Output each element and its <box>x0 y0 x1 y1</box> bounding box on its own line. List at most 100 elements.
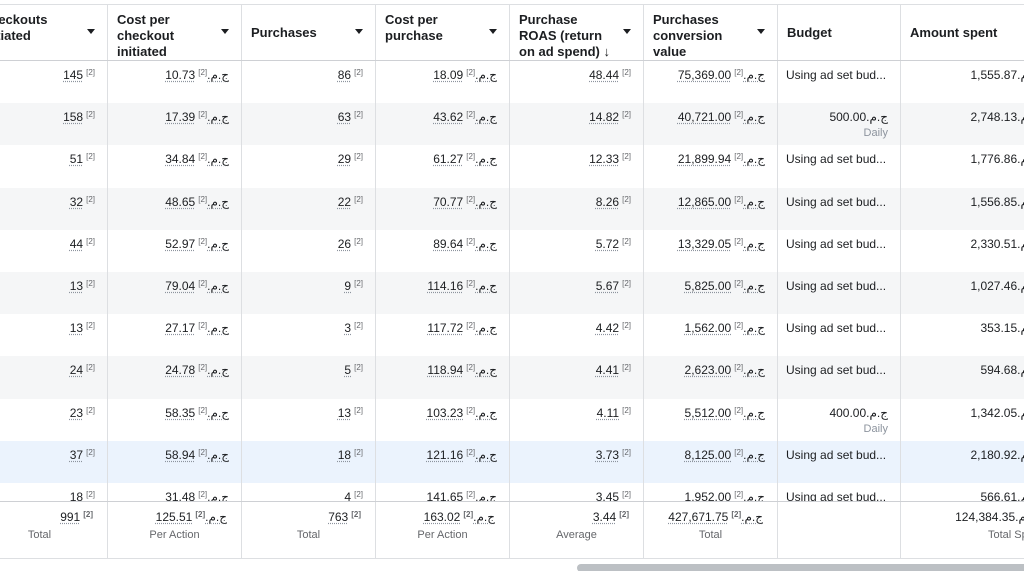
footnote-marker[interactable]: [2] <box>734 237 743 246</box>
table-row[interactable]: 37 [2] 58.94ج.م.‏[2] 18 [2] 121.16ج.م.‏[2] 3.7… <box>0 440 1024 483</box>
sort-dropdown-icon[interactable] <box>87 29 95 34</box>
footnote-marker[interactable]: [2] <box>466 279 475 288</box>
footnote-marker[interactable]: [2] <box>198 363 207 372</box>
footnote-marker[interactable]: [2] <box>622 279 631 288</box>
footnote-marker[interactable]: [2] <box>622 490 631 499</box>
footnote-marker[interactable]: [2] <box>734 152 743 161</box>
sort-dropdown-icon[interactable] <box>221 29 229 34</box>
footnote-marker[interactable]: [2] <box>354 152 363 161</box>
footnote-marker[interactable]: [2] <box>619 510 629 519</box>
footnote-marker[interactable]: [2] <box>622 406 631 415</box>
table-row[interactable]: 24 [2] 24.78ج.م.‏[2] 5 [2] 118.94ج.م.‏[2] 4.41… <box>0 356 1024 399</box>
footnote-marker[interactable]: [2] <box>466 152 475 161</box>
cell-value[interactable]: Using ad set bud... <box>786 68 886 82</box>
column-header-purchases[interactable]: Purchases <box>242 5 376 60</box>
column-header-purchase-roas[interactable]: Purchase ROAS (return on ad spend) ↓ <box>510 5 644 60</box>
footnote-marker[interactable]: [2] <box>354 363 363 372</box>
footnote-marker[interactable]: [2] <box>466 195 475 204</box>
cell-value[interactable]: Using ad set bud... <box>786 363 886 377</box>
footnote-marker[interactable]: [2] <box>466 237 475 246</box>
sort-dropdown-icon[interactable] <box>355 29 363 34</box>
table-row[interactable]: 32 [2] 48.65ج.م.‏[2] 22 [2] 70.77ج.م.‏[2] 8.26… <box>0 187 1024 230</box>
footnote-marker[interactable]: [2] <box>86 110 95 119</box>
footnote-marker[interactable]: [2] <box>734 363 743 372</box>
footnote-marker[interactable]: [2] <box>466 363 475 372</box>
footnote-marker[interactable]: [2] <box>622 152 631 161</box>
footnote-marker[interactable]: [2] <box>622 363 631 372</box>
footnote-marker[interactable]: [2] <box>354 321 363 330</box>
footnote-marker[interactable]: [2] <box>622 110 631 119</box>
footnote-marker[interactable]: [2] <box>622 448 631 457</box>
footnote-marker[interactable]: [2] <box>354 279 363 288</box>
footnote-marker[interactable]: [2] <box>351 510 361 519</box>
footnote-marker[interactable]: [2] <box>198 68 207 77</box>
footnote-marker[interactable]: [2] <box>86 406 95 415</box>
footnote-marker[interactable]: [2] <box>198 279 207 288</box>
footnote-marker[interactable]: [2] <box>734 490 743 499</box>
cell-value[interactable]: Using ad set bud... <box>786 448 886 462</box>
footnote-marker[interactable]: [2] <box>86 321 95 330</box>
column-header-budget[interactable]: Budget <box>778 5 901 60</box>
footnote-marker[interactable]: [2] <box>86 490 95 499</box>
footnote-marker[interactable]: [2] <box>734 195 743 204</box>
footnote-marker[interactable]: [2] <box>195 510 205 519</box>
footnote-marker[interactable]: [2] <box>86 448 95 457</box>
column-header-cost-per-checkout[interactable]: Cost per checkout initiated <box>108 5 242 60</box>
footnote-marker[interactable]: [2] <box>622 237 631 246</box>
cell-value[interactable]: 400.00ج.م.‏ <box>829 406 888 420</box>
footnote-marker[interactable]: [2] <box>198 152 207 161</box>
footnote-marker[interactable]: [2] <box>463 510 473 519</box>
footnote-marker[interactable]: [2] <box>198 321 207 330</box>
column-header-amount-spent[interactable]: Amount spent <box>901 5 1024 60</box>
footnote-marker[interactable]: [2] <box>354 237 363 246</box>
cell-value[interactable]: Using ad set bud... <box>786 279 886 293</box>
footnote-marker[interactable]: [2] <box>734 68 743 77</box>
footnote-marker[interactable]: [2] <box>622 68 631 77</box>
table-row[interactable]: 51 [2] 34.84ج.م.‏[2] 29 [2] 61.27ج.م.‏[2] 12.3… <box>0 145 1024 188</box>
table-row[interactable]: 158 [2] 17.39ج.م.‏[2] 63 [2] 43.62ج.م.‏[2] 14.… <box>0 103 1024 146</box>
footnote-marker[interactable]: [2] <box>734 110 743 119</box>
cell-value[interactable]: Using ad set bud... <box>786 195 886 209</box>
footnote-marker[interactable]: [2] <box>734 406 743 415</box>
cell-value[interactable]: Using ad set bud... <box>786 237 886 251</box>
footnote-marker[interactable]: [2] <box>466 68 475 77</box>
footnote-marker[interactable]: [2] <box>198 110 207 119</box>
column-header-checkouts-initiated[interactable]: Checkouts initiated <box>0 5 108 60</box>
cell-value[interactable]: Using ad set bud... <box>786 321 886 335</box>
sort-dropdown-icon[interactable] <box>489 29 497 34</box>
footnote-marker[interactable]: [2] <box>734 279 743 288</box>
footnote-marker[interactable]: [2] <box>86 195 95 204</box>
footnote-marker[interactable]: [2] <box>354 490 363 499</box>
column-header-cost-per-purchase[interactable]: Cost per purchase <box>376 5 510 60</box>
table-row[interactable]: 18 [2] 31.48ج.م.‏[2] 4 [2] 141.65ج.م.‏[2] 3.45… <box>0 482 1024 501</box>
cell-value[interactable]: 500.00ج.م.‏ <box>829 110 888 124</box>
footnote-marker[interactable]: [2] <box>198 406 207 415</box>
footnote-marker[interactable]: [2] <box>198 448 207 457</box>
table-row[interactable]: 13 [2] 79.04ج.م.‏[2] 9 [2] 114.16ج.م.‏[2] 5.67… <box>0 271 1024 315</box>
footnote-marker[interactable]: [2] <box>354 110 363 119</box>
footnote-marker[interactable]: [2] <box>734 321 743 330</box>
footnote-marker[interactable]: [2] <box>86 237 95 246</box>
footnote-marker[interactable]: [2] <box>466 490 475 499</box>
footnote-marker[interactable]: [2] <box>198 237 207 246</box>
footnote-marker[interactable]: [2] <box>731 510 741 519</box>
footnote-marker[interactable]: [2] <box>466 406 475 415</box>
horizontal-scrollbar[interactable] <box>0 561 1024 571</box>
cell-value[interactable]: Using ad set bud... <box>786 490 886 501</box>
footnote-marker[interactable]: [2] <box>86 279 95 288</box>
footnote-marker[interactable]: [2] <box>622 195 631 204</box>
footnote-marker[interactable]: [2] <box>83 510 93 519</box>
horizontal-scrollbar-thumb[interactable] <box>577 564 1024 571</box>
footnote-marker[interactable]: [2] <box>198 195 207 204</box>
footnote-marker[interactable]: [2] <box>734 448 743 457</box>
footnote-marker[interactable]: [2] <box>622 321 631 330</box>
footnote-marker[interactable]: [2] <box>198 490 207 499</box>
sort-dropdown-icon[interactable] <box>757 29 765 34</box>
footnote-marker[interactable]: [2] <box>354 406 363 415</box>
footnote-marker[interactable]: [2] <box>86 68 95 77</box>
column-header-conversion-value[interactable]: Purchases conversion value <box>644 5 778 60</box>
footnote-marker[interactable]: [2] <box>86 363 95 372</box>
footnote-marker[interactable]: [2] <box>466 448 475 457</box>
table-row[interactable]: 44 [2] 52.97ج.م.‏[2] 26 [2] 89.64ج.م.‏[2] 5.72… <box>0 229 1024 272</box>
table-row[interactable]: 23 [2] 58.35ج.م.‏[2] 13 [2] 103.23ج.م.‏[2] 4.1… <box>0 398 1024 441</box>
